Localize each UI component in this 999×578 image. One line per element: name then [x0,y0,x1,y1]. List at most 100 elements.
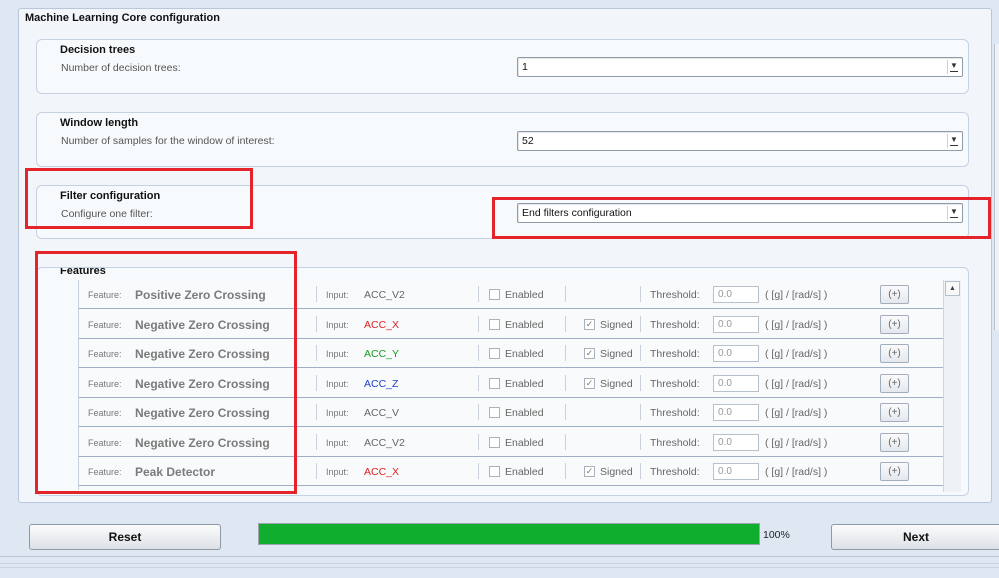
outer-scrollbar[interactable] [994,44,999,330]
filter-config-select[interactable]: End filters configuration ▼ [517,203,963,223]
feature-row: Feature: Negative Zero Crossing Input: ACC_… [79,368,944,398]
threshold-input[interactable]: 0.0 [713,404,759,421]
decision-trees-label: Number of decision trees: [61,62,181,74]
threshold-label: Threshold: [650,407,700,419]
decision-trees-group: Decision trees Number of decision trees:… [36,39,969,94]
feature-label: Feature: [88,437,122,448]
divider [316,404,317,420]
chevron-down-icon[interactable]: ▼ [947,134,960,148]
divider [640,315,641,332]
decision-trees-select[interactable]: 1 ▼ [517,57,963,77]
threshold-input[interactable]: 0.0 [713,345,759,362]
features-title: Features [60,267,106,277]
decision-trees-title: Decision trees [60,44,136,56]
chevron-down-icon[interactable]: ▼ [947,60,960,74]
input-value: ACC_V2 [364,289,405,301]
signed-label: Signed [600,348,633,360]
window-length-value: 52 [522,135,534,147]
feature-name: Negative Zero Crossing [135,406,270,420]
feature-row: Feature: Peak Detector Input: ACC_X Enabled ✓… [79,457,944,486]
feature-label: Feature: [88,290,122,300]
signed-checkbox[interactable]: ✓ [584,377,595,389]
features-scrollbar[interactable]: ▲ [943,280,961,492]
add-threshold-button[interactable]: (+) [880,314,909,334]
input-value: ACC_Y [364,348,400,360]
threshold-input[interactable]: 0.0 [713,286,759,303]
enabled-checkbox[interactable] [489,407,500,418]
input-label: Input: [326,378,349,389]
scroll-up-icon[interactable]: ▲ [945,281,960,296]
signed-label: Signed [600,466,633,478]
unit-label: ( [g] / [rad/s] ) [765,407,828,419]
enabled-label: Enabled [505,377,544,390]
divider [565,374,566,391]
threshold-input[interactable]: 0.0 [713,374,759,392]
enabled-checkbox[interactable] [489,466,500,477]
status-bar [0,556,999,578]
divider [478,433,479,450]
add-threshold-button[interactable]: (+) [880,462,909,481]
signed-label: Signed [600,318,633,331]
add-threshold-button[interactable]: (+) [880,344,909,363]
input-value: ACC_V2 [364,436,405,449]
divider [316,374,317,391]
input-label: Input: [326,437,349,448]
divider [478,345,479,361]
divider [565,433,566,450]
divider [316,345,317,361]
page-title: Machine Learning Core configuration [25,12,220,24]
window-length-select[interactable]: 52 ▼ [517,131,963,151]
threshold-label: Threshold: [650,377,700,390]
divider [640,374,641,391]
input-value: ACC_X [364,318,400,331]
signed-checkbox[interactable]: ✓ [584,466,595,477]
divider [565,286,566,302]
window-length-group: Window length Number of samples for the … [36,112,969,167]
feature-label: Feature: [88,378,122,389]
divider [640,404,641,420]
feature-row: Feature: Negative Zero Crossing Input: ACC_… [79,309,944,339]
unit-label: ( [g] / [rad/s] ) [765,348,828,360]
feature-row: Feature: Negative Zero Crossing Input: ACC_… [79,427,944,457]
features-group: Features Feature: Positive Zero Crossing I… [36,267,969,496]
add-threshold-button[interactable]: (+) [880,373,909,393]
enabled-label: Enabled [505,318,544,331]
threshold-label: Threshold: [650,318,700,331]
divider [478,315,479,332]
chevron-down-icon[interactable]: ▼ [947,206,960,220]
input-value: ACC_V [364,407,400,419]
divider [478,374,479,391]
divider [565,404,566,420]
enabled-checkbox[interactable] [489,318,500,330]
reset-button[interactable]: Reset [29,524,221,550]
enabled-checkbox[interactable] [489,348,500,359]
filter-config-group: Filter configuration Configure one filte… [36,185,969,239]
divider [565,463,566,479]
next-button[interactable]: Next [831,524,999,550]
add-threshold-button[interactable]: (+) [880,285,909,304]
enabled-checkbox[interactable] [489,377,500,389]
threshold-input[interactable]: 0.0 [713,463,759,480]
threshold-input[interactable]: 0.0 [713,433,759,451]
enabled-checkbox[interactable] [489,289,500,300]
divider [316,315,317,332]
unit-label: ( [g] / [rad/s] ) [765,289,828,301]
filter-config-title: Filter configuration [60,190,161,202]
input-label: Input: [326,408,349,418]
enabled-label: Enabled [505,466,544,478]
signed-checkbox[interactable]: ✓ [584,348,595,359]
feature-name: Negative Zero Crossing [135,376,270,391]
divider [478,463,479,479]
window-length-title: Window length [60,117,139,129]
progress-bar [258,523,760,545]
add-threshold-button[interactable]: (+) [880,403,909,422]
threshold-input[interactable]: 0.0 [713,315,759,333]
divider [316,286,317,302]
signed-checkbox[interactable]: ✓ [584,318,595,330]
add-threshold-button[interactable]: (+) [880,432,909,452]
filter-config-label: Configure one filter: [61,208,153,220]
input-label: Input: [326,319,349,330]
input-value: ACC_X [364,466,400,478]
window-length-label: Number of samples for the window of inte… [61,135,275,147]
enabled-checkbox[interactable] [489,436,500,448]
